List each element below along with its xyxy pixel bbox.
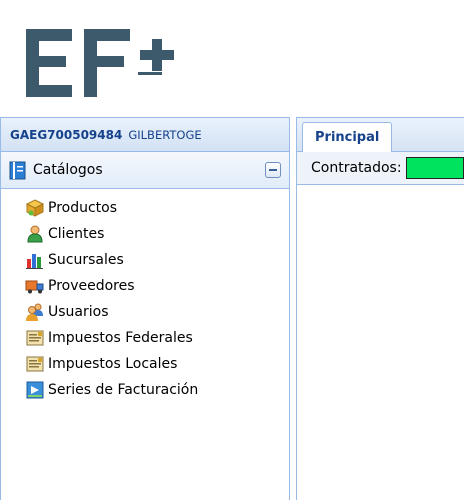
catalog-item-impuestos-federales[interactable]: Impuestos Federales — [25, 325, 289, 351]
tax-icon — [26, 330, 44, 346]
ef-plus-logo — [26, 29, 174, 97]
collapse-button[interactable] — [265, 162, 281, 178]
user-bar: GAEG700509484 GILBERTOGE — [1, 118, 289, 152]
user-name: GILBERTOGE — [128, 127, 202, 142]
tab-strip: Principal — [297, 118, 464, 152]
catalog-item-label: Usuarios — [48, 304, 109, 320]
catalog-item-label: Clientes — [48, 226, 105, 242]
catalog-item-label: Productos — [48, 200, 118, 216]
catalog-item-sucursales[interactable]: Sucursales — [25, 247, 289, 273]
catalog-item-label: Impuestos Locales — [48, 356, 178, 372]
catalog-item-label: Impuestos Federales — [48, 330, 193, 346]
catalog-item-impuestos-locales[interactable]: Impuestos Locales — [25, 351, 289, 377]
catalog-item-clientes[interactable]: Clientes — [25, 221, 289, 247]
bar-chart-icon — [26, 254, 43, 269]
catalog-item-usuarios[interactable]: Usuarios — [25, 299, 289, 325]
user-rfc: GAEG700509484 — [10, 127, 123, 142]
catalog-title: Catálogos — [33, 162, 103, 178]
catalog-list: Productos Clientes Sucursales Proveedore… — [1, 189, 289, 403]
catalog-panel: GAEG700509484 GILBERTOGE Catálogos Produ… — [0, 117, 290, 500]
catalog-item-label: Series de Facturación — [48, 382, 199, 398]
catalog-item-series-facturacion[interactable]: Series de Facturación — [25, 377, 289, 403]
person-icon — [27, 225, 43, 243]
contracted-label: Contratados: — [311, 160, 402, 176]
main-panel: Principal Contratados: — [296, 117, 464, 500]
tab-principal[interactable]: Principal — [302, 122, 393, 152]
users-icon — [26, 303, 43, 321]
catalog-item-label: Sucursales — [48, 252, 124, 268]
contracted-row: Contratados: — [297, 152, 464, 185]
invoice-series-icon — [26, 381, 44, 399]
catalog-header[interactable]: Catálogos — [1, 152, 289, 189]
truck-icon — [25, 280, 44, 294]
catalog-item-label: Proveedores — [48, 278, 135, 294]
catalog-item-proveedores[interactable]: Proveedores — [25, 273, 289, 299]
catalog-item-productos[interactable]: Productos — [25, 195, 289, 221]
catalog-book-icon — [9, 161, 26, 179]
tax-icon — [26, 356, 44, 372]
contracted-indicator — [405, 157, 464, 179]
box-icon — [25, 199, 45, 217]
